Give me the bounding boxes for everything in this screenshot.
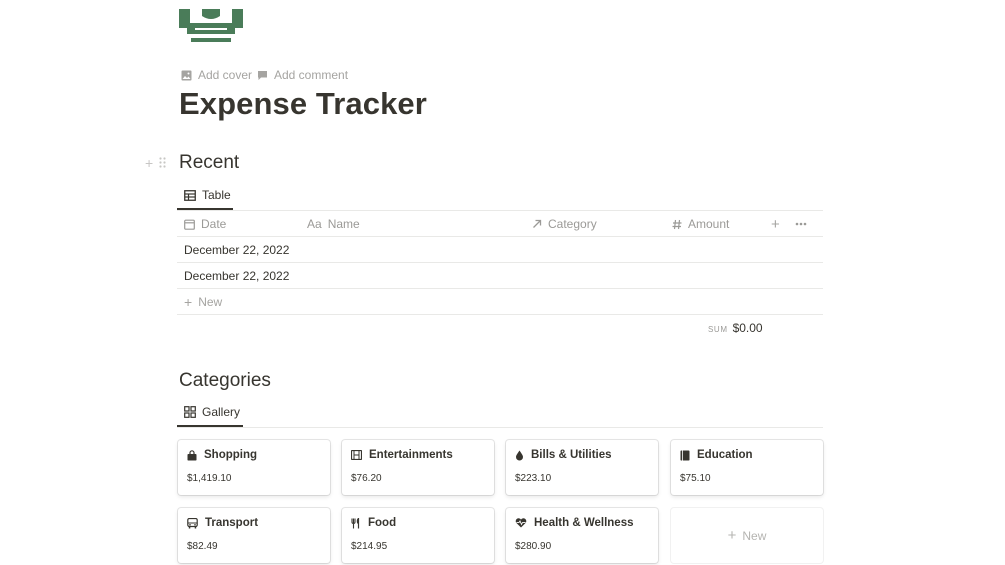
calendar-icon (184, 219, 195, 230)
new-row-button[interactable]: + New (177, 289, 823, 315)
card-title: Food (368, 517, 397, 529)
column-header-amount[interactable]: Amount (672, 211, 729, 237)
category-card[interactable]: Shopping $1,419.10 (178, 440, 330, 495)
card-title: Shopping (204, 449, 258, 461)
page-title[interactable]: Expense Tracker (179, 86, 427, 122)
divider (177, 427, 823, 428)
plus-icon: + (771, 215, 780, 233)
heart-pulse-icon (515, 518, 527, 528)
water-drop-icon (515, 450, 524, 461)
category-card[interactable]: Food $214.95 (342, 508, 494, 563)
block-handles: + (145, 155, 166, 171)
card-title: Health & Wellness (534, 517, 634, 529)
card-title: Bills & Utilities (531, 449, 612, 461)
image-icon (181, 70, 192, 81)
plus-icon: + (184, 294, 193, 310)
new-row-label: New (198, 295, 223, 309)
table-row[interactable]: December 22, 2022 (177, 237, 823, 263)
column-header-date[interactable]: Date (184, 211, 226, 237)
table-header: Date Aa Name Category Amount + (177, 211, 823, 237)
amount-sum[interactable]: SUM $0.00 (708, 321, 763, 335)
tab-gallery-view[interactable]: Gallery (184, 405, 240, 419)
bus-icon (187, 517, 198, 529)
table-icon (184, 189, 196, 201)
drag-handle-icon[interactable] (159, 155, 166, 171)
category-card[interactable]: Bills & Utilities $223.10 (506, 440, 658, 495)
category-card[interactable]: Entertainments $76.20 (342, 440, 494, 495)
column-label-amount: Amount (688, 217, 730, 231)
column-label-name: Name (327, 217, 360, 231)
card-value: $75.10 (680, 473, 711, 484)
table-row[interactable]: December 22, 2022 (177, 263, 823, 289)
column-label-date: Date (201, 217, 227, 231)
cell-date[interactable]: December 22, 2022 (184, 237, 289, 263)
column-header-category[interactable]: Category (532, 211, 597, 237)
relation-arrow-icon (532, 219, 542, 229)
card-value: $280.90 (515, 541, 552, 552)
card-value: $1,419.10 (187, 473, 232, 484)
tab-table-label: Table (202, 188, 231, 202)
card-value: $76.20 (351, 473, 382, 484)
film-icon (351, 450, 362, 460)
sum-value: $0.00 (732, 321, 763, 335)
card-value: $214.95 (351, 541, 388, 552)
book-icon (680, 450, 690, 461)
shopping-bag-icon (187, 449, 197, 461)
tab-table-view[interactable]: Table (184, 188, 231, 202)
money-stack-icon[interactable] (178, 6, 244, 46)
card-title: Entertainments (369, 449, 453, 461)
add-property-button[interactable]: + (771, 211, 780, 237)
divider (177, 314, 823, 315)
number-hash-icon (672, 219, 682, 230)
category-card[interactable]: Health & Wellness $280.90 (506, 508, 658, 563)
column-label-category: Category (548, 217, 597, 231)
card-value: $82.49 (187, 541, 218, 552)
card-title: Transport (205, 517, 259, 529)
recent-heading[interactable]: Recent (179, 152, 239, 174)
gallery-grid-icon (184, 406, 196, 418)
more-horizontal-icon (795, 222, 807, 226)
add-comment-label: Add comment (274, 68, 349, 82)
column-header-name[interactable]: Aa Name (307, 211, 360, 237)
text-property-icon: Aa (307, 217, 322, 231)
comment-icon (257, 70, 268, 81)
plus-icon: + (727, 527, 737, 544)
categories-heading[interactable]: Categories (179, 370, 271, 392)
add-cover-label: Add cover (198, 68, 253, 82)
add-cover-button[interactable]: Add cover (181, 66, 252, 84)
card-value: $223.10 (515, 473, 552, 484)
tab-gallery-label: Gallery (202, 405, 241, 419)
category-card[interactable]: Transport $82.49 (178, 508, 330, 563)
new-card-button[interactable]: + New (671, 508, 823, 563)
fork-knife-icon (351, 517, 361, 529)
sum-label: SUM (708, 325, 728, 334)
cell-date[interactable]: December 22, 2022 (184, 263, 289, 289)
category-card[interactable]: Education $75.10 (671, 440, 823, 495)
card-title: Education (697, 449, 753, 461)
add-block-icon[interactable]: + (145, 155, 153, 171)
more-options-button[interactable] (795, 211, 807, 237)
new-card-label: New (742, 528, 767, 543)
add-comment-button[interactable]: Add comment (257, 66, 348, 84)
